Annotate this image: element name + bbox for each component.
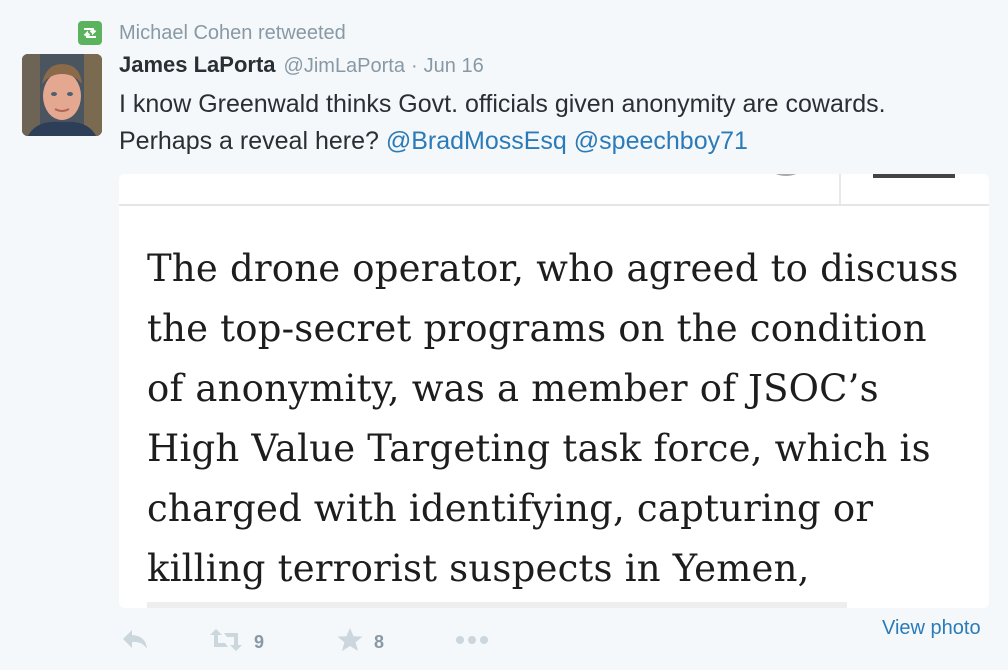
tweet-text-line: I know Greenwald thinks Govt. officials …	[119, 90, 886, 118]
more-button[interactable]	[454, 624, 490, 660]
author-handle[interactable]: @JimLaPorta	[284, 55, 405, 78]
retweet-icon	[208, 627, 244, 658]
tweet-media-photo[interactable]: The drone operator, who agreed to discus…	[119, 174, 989, 608]
favorite-count: 8	[374, 631, 385, 652]
retweet-count: 9	[254, 631, 265, 652]
tweet-text: I know Greenwald thinks Govt. officials …	[119, 86, 989, 160]
quote-line: charged with identifying, capturing or	[147, 487, 874, 530]
quote-line: The drone operator, who agreed to discus…	[147, 247, 959, 290]
quote-line: of anonymity, was a member of JSOC’s	[147, 367, 879, 410]
mention-link[interactable]: @speechboy71	[574, 127, 748, 155]
tweet-text-line: Perhaps a reveal here? @BradMossEsq @spe…	[119, 123, 989, 160]
mention-link[interactable]: @BradMossEsq	[386, 127, 567, 155]
favorite-button[interactable]: 8	[336, 624, 454, 660]
separator: ·	[411, 55, 418, 77]
retweet-context: Michael Cohen retweeted	[78, 20, 346, 46]
star-icon	[336, 627, 364, 658]
quote-line: the top-secret programs on the condition	[147, 307, 927, 350]
tweet-timestamp[interactable]: Jun 16	[424, 55, 484, 78]
tweet-header: James LaPorta @JimLaPorta · Jun 16	[119, 52, 484, 82]
avatar[interactable]	[22, 54, 102, 136]
quote-line: High Value Targeting task force, which i…	[147, 427, 931, 470]
tweet-actions: 9 8	[120, 624, 490, 660]
reply-icon	[120, 627, 150, 658]
quote-line: killing terrorist suspects in Yemen,	[147, 547, 810, 590]
photo-top-strip	[119, 174, 989, 206]
author-name[interactable]: James LaPorta	[119, 52, 276, 78]
photo-quote-text: The drone operator, who agreed to discus…	[147, 239, 977, 599]
tweet-text-prefix: Perhaps a reveal here?	[119, 127, 386, 155]
more-icon	[454, 633, 490, 651]
view-photo-link[interactable]: View photo	[882, 617, 981, 640]
reply-button[interactable]	[120, 624, 208, 660]
retweet-button[interactable]: 9	[208, 624, 336, 660]
retweet-icon	[78, 21, 102, 45]
retweeted-by-label[interactable]: Michael Cohen retweeted	[119, 22, 346, 45]
